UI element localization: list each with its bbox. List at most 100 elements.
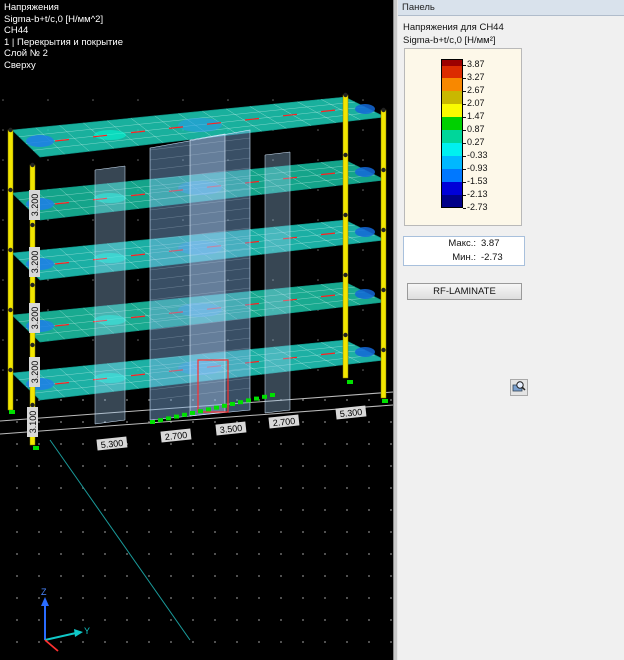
support (190, 411, 195, 415)
grid-point (236, 619, 238, 621)
grid-point (38, 597, 40, 599)
grid-point (137, 99, 139, 101)
legend-value: -1.53 (463, 176, 488, 186)
support (270, 393, 275, 397)
dimension-label-x: 3.500 (215, 421, 247, 436)
grid-point (126, 509, 128, 511)
grid-point (170, 597, 172, 599)
grid-point (38, 465, 40, 467)
grid-point (38, 619, 40, 621)
grid-point (302, 531, 304, 533)
grid-point (16, 575, 18, 577)
grid-point (38, 443, 40, 445)
grid-point (126, 597, 128, 599)
legend-swatch (441, 195, 463, 208)
grid-point (280, 619, 282, 621)
grid-point (16, 531, 18, 533)
grid-point (324, 619, 326, 621)
legend-value: -0.33 (463, 150, 488, 160)
grid-point (346, 575, 348, 577)
grid-point (362, 369, 364, 371)
grid-point (192, 509, 194, 511)
grid-point (170, 487, 172, 489)
grid-point (346, 399, 348, 401)
grid-point (38, 575, 40, 577)
grid-point (38, 553, 40, 555)
grid-point (60, 597, 62, 599)
rf-laminate-button[interactable]: RF-LAMINATE (407, 283, 522, 300)
svg-text:3.200: 3.200 (30, 361, 40, 384)
grid-point (170, 641, 172, 643)
color-legend[interactable]: 3.87 3.27 2.67 2.07 1.47 0.87 0.27 -0.33 -0.93 -1… (404, 48, 522, 226)
svg-text:5.300: 5.300 (339, 407, 362, 419)
grid-point (346, 443, 348, 445)
grid-point (390, 399, 392, 401)
panel-heading: Напряжения для СН44 (403, 22, 504, 33)
node (8, 247, 13, 253)
panel-title: Панель (398, 0, 624, 16)
grid-point (92, 279, 94, 281)
grid-point (317, 219, 319, 221)
grid-point (362, 189, 364, 191)
support (174, 414, 179, 419)
support (382, 399, 388, 403)
max-label: Макс.: (448, 238, 476, 249)
3d-viewport[interactable]: 3.200 3.200 3.200 3.200 3.100 5.300 2.700 3.500… (0, 0, 393, 660)
grid-point (346, 553, 348, 555)
node (8, 367, 13, 373)
grid-point (302, 399, 304, 401)
min-value: -2.73 (481, 252, 503, 263)
grid-point (148, 597, 150, 599)
grid-point (368, 421, 370, 423)
legend-value: 1.47 (463, 111, 485, 121)
grid-point (302, 553, 304, 555)
grid-point (280, 531, 282, 533)
node (343, 272, 348, 278)
grid-point (2, 339, 4, 341)
grid-point (182, 99, 184, 101)
grid-point (92, 159, 94, 161)
legend-swatch (441, 104, 463, 117)
grid-point (368, 443, 370, 445)
legend-swatch (441, 59, 463, 66)
grid-point (324, 553, 326, 555)
grid-point (16, 597, 18, 599)
node (8, 307, 13, 313)
grid-point (192, 641, 194, 643)
structure-model[interactable]: 3.200 3.200 3.200 3.200 3.100 5.300 2.700 3.500… (0, 0, 393, 660)
grid-point (214, 553, 216, 555)
grid-point (302, 465, 304, 467)
grid-point (2, 219, 4, 221)
support (262, 394, 267, 399)
legend-swatch (441, 65, 463, 78)
legend-value: -2.73 (463, 202, 488, 212)
svg-text:3.500: 3.500 (219, 423, 242, 435)
stress-spot (355, 289, 375, 299)
stress-spot (355, 167, 375, 177)
grid-point (104, 553, 106, 555)
grid-point (82, 619, 84, 621)
stress-spot (94, 130, 126, 140)
grid-point (302, 509, 304, 511)
zoom-icon[interactable] (510, 379, 528, 396)
extremes-box: Макс.: 3.87 Мин.: -2.73 (403, 236, 525, 266)
grid-point (258, 465, 260, 467)
y-axis-arrow (44, 632, 77, 641)
grid-point (324, 399, 326, 401)
grid-point (214, 575, 216, 577)
grid-point (104, 575, 106, 577)
grid-point (362, 159, 364, 161)
grid-point (60, 443, 62, 445)
dimension-label-z: 3.200 (29, 190, 40, 220)
grid-point (2, 159, 4, 161)
grid-point (104, 641, 106, 643)
node (343, 152, 348, 158)
grid-point (82, 575, 84, 577)
dimension-label-x: 2.700 (160, 428, 192, 443)
grid-point (148, 641, 150, 643)
grid-point (16, 509, 18, 511)
node (343, 212, 348, 218)
result-info: Напряжения Sigma-b+t/c,0 [Н/мм^2] СН44 1… (4, 2, 123, 71)
grid-point (324, 487, 326, 489)
legend-value: 0.87 (463, 124, 485, 134)
